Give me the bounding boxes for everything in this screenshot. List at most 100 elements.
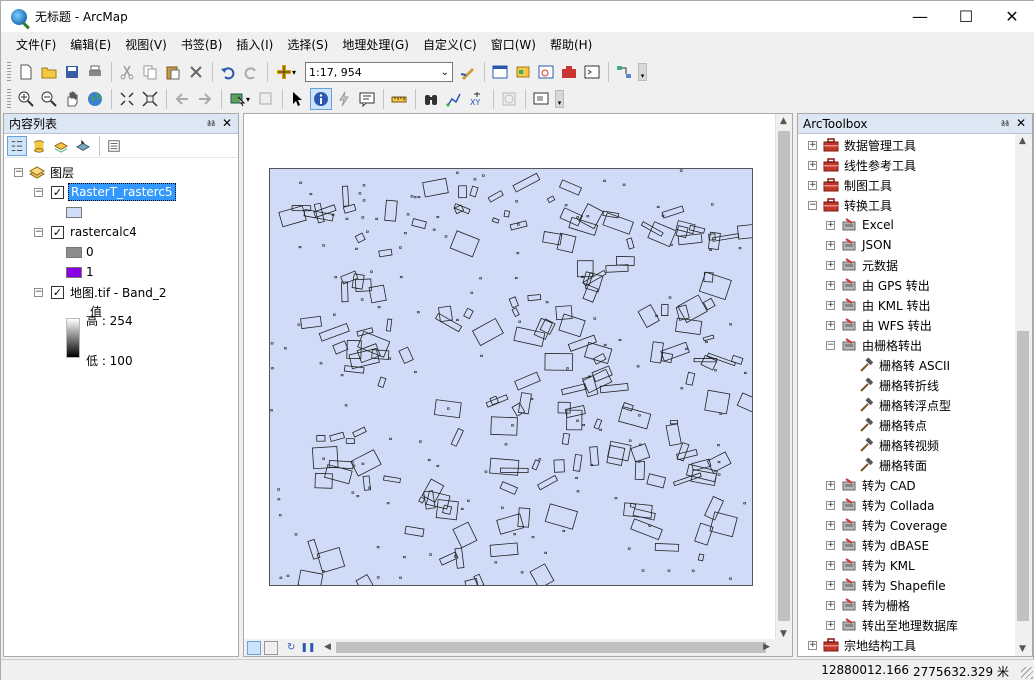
clear-selection-icon[interactable] <box>255 88 277 110</box>
menu-selection[interactable]: 选择(S) <box>280 32 335 58</box>
map-scale-select[interactable]: 1:17, 954 ⌄ <box>305 62 453 82</box>
copy-icon[interactable] <box>139 61 161 83</box>
expand-icon[interactable]: + <box>826 280 835 290</box>
toolbox-item[interactable]: + 转出至地理数据库 <box>826 615 958 635</box>
scroll-thumb[interactable] <box>778 131 790 621</box>
toolbox-item[interactable]: + 转为 KML <box>826 555 915 575</box>
collapse-icon[interactable]: − <box>808 200 817 210</box>
search-window-icon[interactable] <box>535 61 557 83</box>
legend-swatch[interactable] <box>66 266 82 278</box>
collapse-icon[interactable]: − <box>34 287 43 297</box>
toolbox-item[interactable]: + 转为 CAD <box>826 475 916 495</box>
menu-customize[interactable]: 自定义(C) <box>416 32 484 58</box>
resize-grip[interactable] <box>1021 667 1033 679</box>
toc-close-icon[interactable]: ✕ <box>222 116 232 130</box>
toolbox-item[interactable]: 栅格转视频 <box>858 435 939 455</box>
expand-icon[interactable]: + <box>826 620 835 630</box>
map-view[interactable]: ▲ ▼ ↻ ❚❚ ◀ ▶ <box>243 113 793 657</box>
menu-file[interactable]: 文件(F) <box>9 32 63 58</box>
go-to-xy-icon[interactable]: XY <box>466 88 488 110</box>
scroll-left-icon[interactable]: ◀ <box>324 642 331 652</box>
arctoolbox-icon[interactable] <box>558 61 580 83</box>
layers-group[interactable]: − 图层 <box>14 162 74 182</box>
layer-visibility-checkbox[interactable]: ✓ <box>51 185 64 199</box>
fixed-zoom-in-icon[interactable] <box>116 88 138 110</box>
layer-name[interactable]: 地图.tif - Band_2 <box>70 284 166 301</box>
expand-icon[interactable]: + <box>808 160 817 170</box>
grayscale-ramp[interactable] <box>66 318 80 358</box>
map-vertical-scrollbar[interactable]: ▲ ▼ <box>775 114 792 641</box>
layer-rasterT-rasterc5[interactable]: − ✓ RasterT_rasterc5 <box>34 182 176 202</box>
expand-icon[interactable]: + <box>826 240 835 250</box>
toolbox-item[interactable]: + 制图工具 <box>808 175 892 195</box>
undo-icon[interactable] <box>217 61 239 83</box>
menu-help[interactable]: 帮助(H) <box>543 32 599 58</box>
toc-options-icon[interactable] <box>104 136 124 156</box>
toolbox-item[interactable]: 栅格转点 <box>858 415 927 435</box>
zoom-out-icon[interactable] <box>38 88 60 110</box>
paste-icon[interactable] <box>162 61 184 83</box>
toolbox-item[interactable]: 栅格转浮点型 <box>858 395 951 415</box>
collapse-icon[interactable]: − <box>34 187 43 197</box>
expand-icon[interactable]: + <box>826 480 835 490</box>
list-by-drawing-order-icon[interactable] <box>7 135 27 156</box>
html-popup-icon[interactable] <box>356 88 378 110</box>
toolbox-item[interactable]: + Excel <box>826 215 894 235</box>
select-elements-pointer-icon[interactable] <box>287 88 309 110</box>
expand-icon[interactable]: + <box>826 580 835 590</box>
toolbox-item[interactable]: + 转为 Collada <box>826 495 935 515</box>
menu-bookmarks[interactable]: 书签(B) <box>174 32 230 58</box>
list-by-visibility-icon[interactable] <box>51 136 71 156</box>
expand-icon[interactable]: + <box>826 320 835 330</box>
expand-icon[interactable]: + <box>826 220 835 230</box>
scroll-thumb[interactable] <box>1017 331 1029 621</box>
layer-name[interactable]: RasterT_rasterc5 <box>68 183 176 201</box>
new-document-icon[interactable] <box>15 61 37 83</box>
fixed-zoom-out-icon[interactable] <box>139 88 161 110</box>
toolbar-overflow-button[interactable]: ▾ <box>555 90 564 108</box>
list-by-source-icon[interactable] <box>29 136 49 156</box>
open-folder-icon[interactable] <box>38 61 60 83</box>
toolbar-overflow-button[interactable]: ▾ <box>638 63 647 81</box>
layer-rastercalc4[interactable]: − ✓ rastercalc4 <box>34 222 137 242</box>
toolbox-item[interactable]: + 转为栅格 <box>826 595 910 615</box>
find-route-icon[interactable] <box>443 88 465 110</box>
toolbox-item[interactable]: 栅格转折线 <box>858 375 939 395</box>
toolbox-item[interactable]: + 由 KML 转出 <box>826 295 931 315</box>
raster-map-extent[interactable] <box>269 168 753 586</box>
expand-icon[interactable]: + <box>808 140 817 150</box>
time-slider-icon[interactable] <box>498 88 520 110</box>
toolbox-item[interactable]: + 宗地结构工具 <box>808 635 916 655</box>
toolbox-item[interactable]: − 转换工具 <box>808 195 892 215</box>
scroll-up-icon[interactable]: ▲ <box>780 116 787 126</box>
menu-geoprocessing[interactable]: 地理处理(G) <box>335 32 416 58</box>
layer-band-2[interactable]: − ✓ 地图.tif - Band_2 <box>34 282 166 302</box>
save-icon[interactable] <box>61 61 83 83</box>
create-viewer-window-icon[interactable] <box>530 88 552 110</box>
expand-icon[interactable]: + <box>826 600 835 610</box>
toolbox-item[interactable]: 栅格转 ASCII <box>858 355 950 375</box>
toolbox-item[interactable]: + 转为 dBASE <box>826 535 929 555</box>
python-window-icon[interactable] <box>581 61 603 83</box>
print-icon[interactable] <box>84 61 106 83</box>
layer-name[interactable]: rastercalc4 <box>70 225 137 239</box>
expand-icon[interactable]: + <box>826 560 835 570</box>
expand-icon[interactable]: + <box>826 500 835 510</box>
expand-icon[interactable]: + <box>826 540 835 550</box>
minimize-button[interactable]: — <box>897 1 943 32</box>
modelbuilder-icon[interactable] <box>613 61 635 83</box>
toolbox-item[interactable]: + 转为 Shapefile <box>826 575 946 595</box>
cut-icon[interactable] <box>116 61 138 83</box>
expand-icon[interactable]: + <box>826 260 835 270</box>
zoom-in-icon[interactable] <box>15 88 37 110</box>
toolbox-item[interactable]: − 由栅格转出 <box>826 335 922 355</box>
add-data-icon[interactable]: ▾ <box>272 61 300 83</box>
identify-info-icon[interactable] <box>310 88 332 110</box>
table-of-contents-icon[interactable] <box>489 61 511 83</box>
toolbox-item[interactable]: + 转为 Coverage <box>826 515 947 535</box>
toolbox-item[interactable]: + 数据管理工具 <box>808 135 916 155</box>
data-view-icon[interactable] <box>247 640 261 655</box>
scroll-down-icon[interactable]: ▼ <box>1019 644 1026 654</box>
scroll-right-icon[interactable]: ▶ <box>763 642 770 652</box>
layer-visibility-checkbox[interactable]: ✓ <box>51 285 64 299</box>
